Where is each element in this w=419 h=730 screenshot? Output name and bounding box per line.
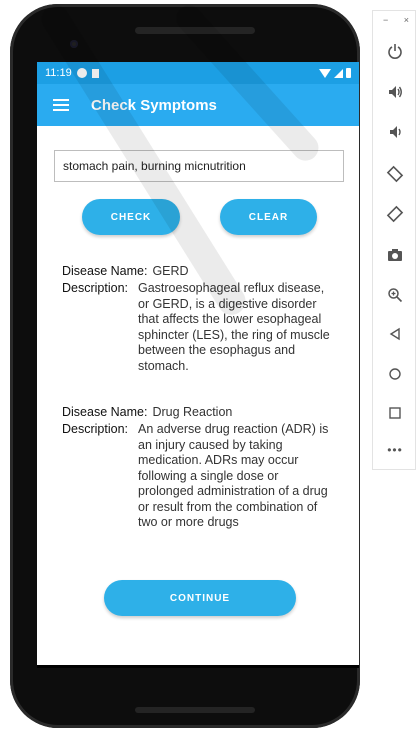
volume-down-icon[interactable] <box>373 124 417 143</box>
rotate-right-icon[interactable] <box>373 205 417 226</box>
overview-icon[interactable] <box>373 406 417 423</box>
menu-icon[interactable] <box>53 99 69 111</box>
phone-screen: 11:19 Check Symptoms stomach pain, burni… <box>37 62 359 668</box>
signal-icon <box>334 68 343 78</box>
page-title: Check Symptoms <box>91 96 217 114</box>
google-status-icon <box>76 68 87 78</box>
battery-icon <box>346 68 351 78</box>
zoom-icon[interactable] <box>373 287 417 306</box>
close-button[interactable]: × <box>404 15 409 25</box>
description-label: Description: <box>62 281 128 295</box>
clear-button[interactable]: CLEAR <box>220 199 317 235</box>
result-item: Disease Name: Drug Reaction Description:… <box>62 405 334 531</box>
system-nav-bar: ◀ ● ■ <box>37 665 359 668</box>
wifi-icon <box>319 68 331 78</box>
home-icon[interactable] <box>373 367 417 384</box>
check-button[interactable]: CHECK <box>82 199 180 235</box>
status-time: 11:19 <box>45 67 72 79</box>
disease-name-value: GERD <box>152 264 189 278</box>
symptoms-input[interactable]: stomach pain, burning micnutrition <box>54 150 344 182</box>
back-icon[interactable] <box>373 327 417 344</box>
app-bar: Check Symptoms <box>37 84 359 126</box>
continue-button[interactable]: CONTINUE <box>104 580 296 616</box>
status-bar: 11:19 <box>37 62 359 84</box>
more-icon[interactable]: ••• <box>373 443 417 457</box>
disease-name-label: Disease Name: <box>62 405 148 419</box>
storage-status-icon <box>91 68 99 78</box>
disease-name-value: Drug Reaction <box>152 405 233 419</box>
earpiece-speaker <box>135 27 255 34</box>
disease-name-label: Disease Name: <box>62 264 148 278</box>
volume-up-icon[interactable] <box>373 84 417 103</box>
bottom-speaker <box>135 707 255 713</box>
camera-icon[interactable] <box>373 247 417 266</box>
description-label: Description: <box>62 422 128 436</box>
description-text: An adverse drug reaction (ADR) is an inj… <box>138 422 329 529</box>
rotate-left-icon[interactable] <box>373 165 417 186</box>
description-text: Gastroesophageal reflux disease, or GERD… <box>138 281 330 373</box>
phone-frame: 11:19 Check Symptoms stomach pain, burni… <box>10 4 360 728</box>
power-icon[interactable] <box>373 43 417 62</box>
emulator-toolbar: − × ••• <box>372 10 416 470</box>
minimize-button[interactable]: − <box>383 15 388 25</box>
front-camera <box>70 40 78 48</box>
result-item: Disease Name: GERD Description: Gastroes… <box>62 264 334 374</box>
